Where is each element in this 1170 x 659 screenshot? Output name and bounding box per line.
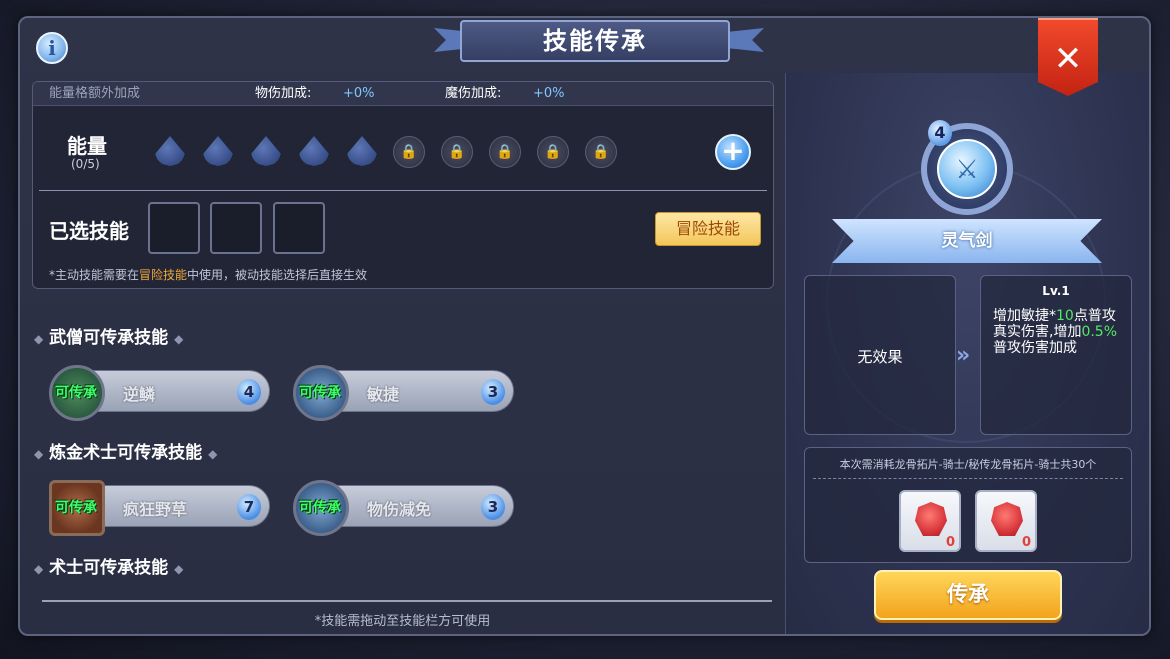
lock-icon: 🔒 bbox=[585, 136, 617, 168]
physical-bonus-label: 物伤加成: bbox=[255, 86, 312, 101]
divider bbox=[39, 190, 767, 191]
note-suffix: 中使用，被动技能选择后直接生效 bbox=[187, 268, 368, 282]
inherit-button[interactable]: 传承 bbox=[874, 570, 1062, 620]
section-title: ◆ 武僧可传承技能 ◆ bbox=[34, 323, 183, 348]
energy-count: (0/5) bbox=[71, 157, 100, 171]
magic-bonus-value: +0% bbox=[533, 86, 565, 101]
secret-dragon-bone-rubbing-icon bbox=[991, 502, 1023, 536]
selected-skill-slot[interactable] bbox=[273, 202, 325, 254]
physical-bonus-value: +0% bbox=[343, 86, 375, 101]
lock-icon: 🔒 bbox=[393, 136, 425, 168]
skill-item[interactable]: 可传承 敏捷 3 bbox=[293, 365, 514, 421]
current-effect-text: 无效果 bbox=[857, 348, 903, 366]
secret-dragon-bone-rubbing-item[interactable]: 0 bbox=[975, 490, 1037, 552]
scroll-divider bbox=[42, 600, 772, 602]
diamond-icon: ◆ bbox=[208, 447, 218, 461]
section-title-text: 武僧可传承技能 bbox=[49, 328, 169, 348]
section-title: ◆ 术士可传承技能 ◆ bbox=[34, 553, 183, 578]
next-level-label: Lv.1 bbox=[1042, 284, 1070, 298]
lock-icon: 🔒 bbox=[537, 136, 569, 168]
effect-text-part: 增加敏捷* bbox=[993, 308, 1056, 324]
inheritable-tag: 可传承 bbox=[299, 500, 341, 516]
skill-cost-badge: 3 bbox=[481, 379, 505, 405]
note-highlight: 冒险技能 bbox=[139, 268, 188, 282]
dashed-divider bbox=[813, 478, 1123, 479]
dragon-bone-rubbing-icon bbox=[915, 502, 947, 536]
skill-cost-badge: 4 bbox=[237, 379, 261, 405]
close-icon[interactable]: ✕ bbox=[1038, 18, 1098, 96]
skill-item[interactable]: 可传承 疯狂野草 7 bbox=[49, 480, 270, 536]
skill-list-area: 能量格额外加成 物伤加成: +0% 魔伤加成: +0% 能量 (0/5) 🔒 🔒… bbox=[20, 18, 785, 634]
inheritable-tag: 可传承 bbox=[55, 500, 97, 516]
energy-panel: 能量格额外加成 物伤加成: +0% 魔伤加成: +0% 能量 (0/5) 🔒 🔒… bbox=[32, 81, 774, 289]
inheritable-tag: 可传承 bbox=[299, 385, 341, 401]
skill-emblem: ⚔ 4 bbox=[901, 103, 1033, 235]
skill-name: 疯狂野草 bbox=[123, 500, 188, 519]
selected-skill-slot[interactable] bbox=[210, 202, 262, 254]
selected-skills-label: 已选技能 bbox=[49, 219, 129, 243]
effect-text-part: 普攻伤害加成 bbox=[993, 340, 1077, 356]
energy-drop-icon bbox=[203, 136, 233, 166]
skill-inheritance-window: i 技能传承 能量格额外加成 物伤加成: +0% 魔伤加成: +0% 能量 (0… bbox=[18, 16, 1151, 636]
item-count: 0 bbox=[1021, 535, 1031, 550]
cost-text: 本次需消耗龙骨拓片-骑士/秘传龙骨拓片-骑士共30个 bbox=[839, 458, 1097, 471]
skill-item[interactable]: 可传承 逆鳞 4 bbox=[49, 365, 270, 421]
diamond-icon: ◆ bbox=[34, 562, 44, 576]
bonus-row: 能量格额外加成 物伤加成: +0% 魔伤加成: +0% bbox=[33, 82, 773, 106]
diamond-icon: ◆ bbox=[34, 447, 44, 461]
adventure-skill-button[interactable]: 冒险技能 bbox=[655, 212, 761, 246]
skill-name: 逆鳞 bbox=[123, 385, 156, 404]
section-title: ◆ 炼金术士可传承技能 ◆ bbox=[34, 438, 217, 463]
energy-drop-icon bbox=[251, 136, 281, 166]
skill-detail-panel: ⚔ 4 灵气剑 无效果 » Lv.1 增加敏捷*10点普攻真实伤害,增加0.5%… bbox=[785, 73, 1149, 634]
diamond-icon: ◆ bbox=[34, 332, 44, 346]
skill-cost-badge: 3 bbox=[481, 494, 505, 520]
inheritable-tag: 可传承 bbox=[55, 385, 97, 401]
item-count: 0 bbox=[945, 535, 955, 550]
skill-item[interactable]: 可传承 物伤减免 3 bbox=[293, 480, 514, 536]
skill-usage-note: *主动技能需要在冒险技能中使用，被动技能选择后直接生效 bbox=[49, 266, 367, 283]
skill-level-badge: 4 bbox=[928, 120, 952, 146]
cost-panel: 本次需消耗龙骨拓片-骑士/秘传龙骨拓片-骑士共30个 0 0 bbox=[804, 447, 1132, 563]
current-effect-box: 无效果 bbox=[804, 275, 956, 435]
energy-drop-icon bbox=[155, 136, 185, 166]
skill-name: 物伤减免 bbox=[367, 500, 432, 519]
section-title-text: 术士可传承技能 bbox=[49, 558, 169, 578]
note-prefix: *主动技能需要在 bbox=[49, 268, 140, 282]
lock-icon: 🔒 bbox=[489, 136, 521, 168]
next-effect-text: 增加敏捷*10点普攻真实伤害,增加0.5%普攻伤害加成 bbox=[993, 308, 1125, 356]
add-energy-button[interactable]: + bbox=[715, 134, 751, 170]
diamond-icon: ◆ bbox=[174, 332, 184, 346]
selected-skill-slot[interactable] bbox=[148, 202, 200, 254]
drag-hint: *技能需拖动至技能栏方可使用 bbox=[314, 614, 491, 629]
magic-bonus-label: 魔伤加成: bbox=[445, 86, 502, 101]
skill-name-banner: 灵气剑 bbox=[832, 219, 1102, 263]
energy-drop-icon bbox=[299, 136, 329, 166]
effect-value: 10 bbox=[1056, 308, 1074, 324]
dragon-bone-rubbing-item[interactable]: 0 bbox=[899, 490, 961, 552]
extra-bonus-label: 能量格额外加成 bbox=[49, 86, 141, 101]
next-effect-box: Lv.1 增加敏捷*10点普攻真实伤害,增加0.5%普攻伤害加成 bbox=[980, 275, 1132, 435]
spirit-sword-icon: ⚔ bbox=[937, 139, 997, 199]
diamond-icon: ◆ bbox=[174, 562, 184, 576]
section-title-text: 炼金术士可传承技能 bbox=[49, 443, 203, 463]
energy-drop-icon bbox=[347, 136, 377, 166]
lock-icon: 🔒 bbox=[441, 136, 473, 168]
effect-value: 0.5% bbox=[1081, 324, 1118, 340]
double-chevron-right-icon: » bbox=[956, 343, 971, 368]
skill-name: 敏捷 bbox=[367, 385, 400, 404]
skill-cost-badge: 7 bbox=[237, 494, 261, 520]
energy-label: 能量 bbox=[67, 134, 107, 158]
